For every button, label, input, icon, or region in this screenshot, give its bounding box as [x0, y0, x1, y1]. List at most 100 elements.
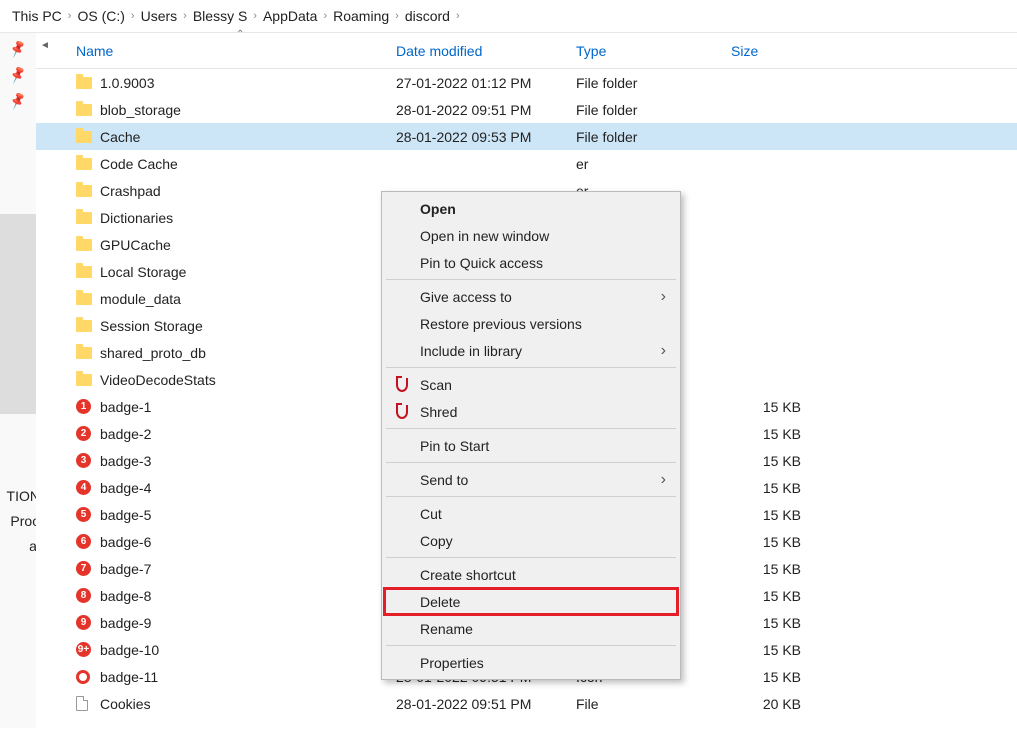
left-panel-stub: TIONProoal	[0, 214, 36, 414]
breadcrumb-segment[interactable]: AppData	[263, 8, 317, 24]
chevron-right-icon: ›	[661, 342, 666, 360]
file-name: badge-6	[100, 534, 396, 550]
menu-item-give-access-to[interactable]: Give access to›	[384, 283, 678, 310]
chevron-right-icon: ›	[661, 471, 666, 489]
breadcrumb-segment[interactable]: Roaming	[333, 8, 389, 24]
menu-item-include-in-library[interactable]: Include in library ›	[384, 337, 678, 364]
menu-item-restore-previous-versions[interactable]: Restore previous versions	[384, 310, 678, 337]
menu-separator	[386, 645, 676, 646]
menu-item-open[interactable]: Open	[384, 195, 678, 222]
badge-icon: 9	[76, 615, 100, 630]
file-size: 15 KB	[731, 426, 821, 442]
column-header-date[interactable]: Date modified	[396, 43, 576, 59]
file-date: 27-01-2022 01:12 PM	[396, 75, 576, 91]
collapse-arrow-icon[interactable]: ◄	[36, 33, 54, 57]
file-name: badge-5	[100, 507, 396, 523]
file-row[interactable]: blob_storage28-01-2022 09:51 PMFile fold…	[36, 96, 1017, 123]
menu-item-label: Include in library	[420, 343, 522, 359]
pin-icon[interactable]: 📌	[8, 91, 29, 112]
pin-icon[interactable]: 📌	[8, 65, 29, 86]
menu-item-shred[interactable]: Shred	[384, 398, 678, 425]
menu-item-open-in-new-window[interactable]: Open in new window	[384, 222, 678, 249]
folder-icon	[76, 185, 100, 197]
menu-item-label: Pin to Quick access	[420, 255, 543, 271]
file-type: File folder	[576, 75, 731, 91]
file-name: badge-10	[100, 642, 396, 658]
menu-item-label: Scan	[420, 377, 452, 393]
file-name: badge-3	[100, 453, 396, 469]
file-name: blob_storage	[100, 102, 396, 118]
menu-item-scan[interactable]: Scan	[384, 371, 678, 398]
menu-item-cut[interactable]: Cut	[384, 500, 678, 527]
folder-icon	[76, 320, 100, 332]
folder-icon	[76, 266, 100, 278]
column-headers: ⌃ Name Date modified Type Size	[36, 33, 1017, 69]
breadcrumb-segment[interactable]: This PC	[12, 8, 62, 24]
breadcrumb-segment[interactable]: Blessy S	[193, 8, 247, 24]
column-header-type[interactable]: Type	[576, 43, 731, 59]
badge-icon: 5	[76, 507, 100, 522]
sort-arrow-icon: ⌃	[236, 29, 244, 40]
file-name: Code Cache	[100, 156, 396, 172]
chevron-right-icon: ›	[456, 10, 460, 22]
badge-icon: 2	[76, 426, 100, 441]
pin-icon[interactable]: 📌	[8, 39, 29, 60]
file-size: 20 KB	[731, 696, 821, 712]
chevron-right-icon: ›	[253, 10, 257, 22]
menu-item-properties[interactable]: Properties	[384, 649, 678, 676]
menu-separator	[386, 462, 676, 463]
file-name: Local Storage	[100, 264, 396, 280]
menu-item-label: Shred	[420, 404, 457, 420]
file-size: 15 KB	[731, 507, 821, 523]
menu-item-rename[interactable]: Rename	[384, 615, 678, 642]
file-type: File folder	[576, 129, 731, 145]
breadcrumb-segment[interactable]: OS (C:)	[77, 8, 124, 24]
file-size: 15 KB	[731, 615, 821, 631]
folder-icon	[76, 158, 100, 170]
menu-item-copy[interactable]: Copy	[384, 527, 678, 554]
menu-item-pin-to-quick-access[interactable]: Pin to Quick access	[384, 249, 678, 276]
file-name: badge-1	[100, 399, 396, 415]
menu-item-label: Rename	[420, 621, 473, 637]
breadcrumb[interactable]: This PC›OS (C:)›Users›Blessy S›AppData›R…	[0, 0, 1017, 33]
file-name: Crashpad	[100, 183, 396, 199]
file-name: Dictionaries	[100, 210, 396, 226]
menu-item-delete[interactable]: Delete	[384, 588, 678, 615]
file-row[interactable]: Code Cache er	[36, 150, 1017, 177]
chevron-right-icon: ›	[183, 10, 187, 22]
ring-icon	[76, 670, 100, 684]
file-name: VideoDecodeStats	[100, 372, 396, 388]
menu-item-label: Pin to Start	[420, 438, 489, 454]
file-type: File	[576, 696, 731, 712]
folder-icon	[76, 77, 100, 89]
file-type: er	[576, 156, 731, 172]
chevron-right-icon: ›	[661, 288, 666, 306]
menu-item-pin-to-start[interactable]: Pin to Start	[384, 432, 678, 459]
file-date: 28-01-2022 09:51 PM	[396, 102, 576, 118]
file-name: Cache	[100, 129, 396, 145]
file-row[interactable]: 1.0.900327-01-2022 01:12 PMFile folder	[36, 69, 1017, 96]
file-icon	[76, 696, 100, 711]
folder-icon	[76, 104, 100, 116]
breadcrumb-segment[interactable]: discord	[405, 8, 450, 24]
file-size: 15 KB	[731, 480, 821, 496]
menu-item-send-to[interactable]: Send to›	[384, 466, 678, 493]
file-name: 1.0.9003	[100, 75, 396, 91]
column-header-size[interactable]: Size	[731, 43, 821, 59]
file-size: 15 KB	[731, 588, 821, 604]
menu-separator	[386, 557, 676, 558]
menu-item-create-shortcut[interactable]: Create shortcut	[384, 561, 678, 588]
file-size: 15 KB	[731, 453, 821, 469]
column-header-name[interactable]: ⌃ Name	[76, 43, 396, 59]
file-name: badge-9	[100, 615, 396, 631]
breadcrumb-segment[interactable]: Users	[141, 8, 178, 24]
file-row[interactable]: Cache28-01-2022 09:53 PMFile folder	[36, 123, 1017, 150]
menu-item-label: Open	[420, 201, 456, 217]
folder-icon	[76, 131, 100, 143]
file-type: File folder	[576, 102, 731, 118]
chevron-right-icon: ›	[68, 10, 72, 22]
file-size: 15 KB	[731, 642, 821, 658]
file-row[interactable]: Cookies28-01-2022 09:51 PMFile20 KB	[36, 690, 1017, 717]
file-size: 15 KB	[731, 534, 821, 550]
file-name: badge-4	[100, 480, 396, 496]
